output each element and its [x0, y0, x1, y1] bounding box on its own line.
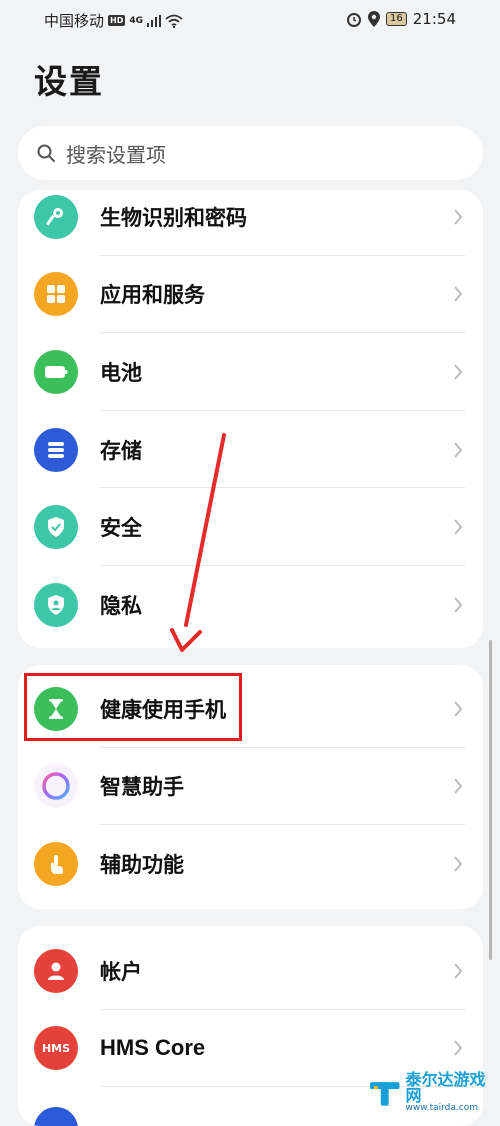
- settings-item-label: 生物识别和密码: [100, 205, 247, 230]
- apps-grid-icon: [34, 272, 78, 317]
- watermark: 泰尔达游戏网 www.tairda.com: [368, 1072, 500, 1113]
- chevron-right-icon: [454, 441, 463, 458]
- hd-badge: HD: [108, 15, 126, 26]
- settings-item-biometrics[interactable]: 生物识别和密码: [18, 190, 483, 256]
- privacy-icon: [34, 582, 78, 627]
- chevron-right-icon: [454, 519, 463, 535]
- chevron-right-icon: [454, 701, 463, 717]
- settings-item-label: 电池: [100, 360, 142, 385]
- settings-item-label: 帐户: [100, 959, 142, 984]
- settings-item-label: HMS Core: [100, 1035, 206, 1061]
- settings-item-label: 存储: [100, 438, 142, 463]
- settings-item-battery[interactable]: 电池: [18, 333, 483, 411]
- page-title: 设置: [34, 62, 104, 101]
- storage-icon: [34, 427, 78, 472]
- settings-item-label: 智慧助手: [100, 775, 184, 800]
- watermark-name: 泰尔达游戏网: [405, 1070, 486, 1105]
- signal-icon: [147, 14, 162, 27]
- hms-icon: HMS: [34, 1026, 78, 1071]
- network-type: 4G: [129, 15, 144, 26]
- settings-item-privacy[interactable]: 隐私: [18, 566, 483, 644]
- chevron-right-icon: [454, 286, 463, 303]
- search-placeholder: 搜索设置项: [66, 142, 166, 167]
- status-bar: 中国移动 HD 4G 16 21:54: [0, 0, 500, 38]
- chevron-right-icon: [454, 1040, 463, 1057]
- battery-icon: [34, 349, 78, 394]
- settings-item-accessibility[interactable]: 辅助功能: [18, 825, 483, 903]
- battery-level: 16: [386, 12, 407, 26]
- search-bar[interactable]: 搜索设置项: [18, 126, 483, 180]
- scrollbar[interactable]: [489, 640, 492, 960]
- search-icon: [37, 144, 55, 162]
- settings-item-storage[interactable]: 存储: [18, 411, 483, 489]
- settings-group-system: 生物识别和密码 应用和服务 电池 存储 安全 隐私: [18, 190, 483, 648]
- location-icon: [368, 11, 381, 27]
- wifi-icon: [165, 14, 183, 28]
- settings-item-security[interactable]: 安全: [18, 488, 483, 566]
- chevron-right-icon: [454, 856, 463, 872]
- chevron-right-icon: [454, 778, 463, 795]
- chevron-right-icon: [454, 209, 463, 225]
- settings-item-label: 隐私: [100, 593, 142, 618]
- chevron-right-icon: [454, 963, 463, 979]
- key-icon: [34, 194, 78, 239]
- hand-pointer-icon: [34, 841, 78, 886]
- settings-item-label: 辅助功能: [100, 852, 184, 877]
- settings-item-account[interactable]: 帐户: [18, 932, 483, 1010]
- carrier-name: 中国移动: [44, 12, 105, 30]
- shield-check-icon: [34, 505, 78, 550]
- settings-item-apps[interactable]: 应用和服务: [18, 256, 483, 334]
- settings-item-label: 安全: [100, 516, 142, 541]
- assistant-ring-icon: [34, 764, 78, 809]
- clock: 21:54: [412, 10, 456, 28]
- watermark-url: www.tairda.com: [405, 1103, 478, 1113]
- settings-item-assistant[interactable]: 智慧助手: [18, 748, 483, 826]
- chevron-right-icon: [454, 597, 463, 613]
- person-icon: [34, 948, 78, 993]
- chevron-right-icon: [454, 364, 463, 380]
- highlight-box: [24, 673, 242, 741]
- alarm-icon: [347, 13, 362, 27]
- settings-item-label: 应用和服务: [100, 283, 205, 308]
- partial-item-icon: [34, 1107, 78, 1126]
- watermark-logo-icon: [369, 1081, 400, 1106]
